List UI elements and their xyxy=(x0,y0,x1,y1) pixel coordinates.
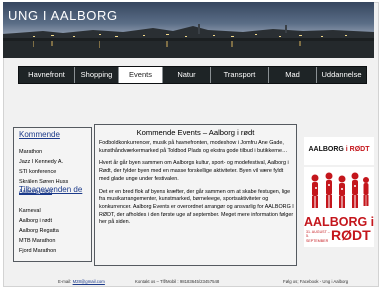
site-title: UNG I AALBORG xyxy=(8,8,118,23)
poster-rodt: RØDT xyxy=(331,227,371,243)
nav-events[interactable]: Events xyxy=(119,67,163,83)
upcoming-item[interactable]: Marathon xyxy=(19,149,42,155)
footer-email-label: E-mail: xyxy=(58,279,72,284)
footer: E-mail: M28@gmail.com Kontakt os – Tlf/M… xyxy=(0,275,381,287)
content-paragraph: Hvert år går byen sammen om Aalborgs kul… xyxy=(99,160,289,182)
content-body: Fodboldkonkurrencer, musik på havnefront… xyxy=(99,140,294,227)
recurring-item[interactable]: Karneval xyxy=(19,208,41,214)
recurring-heading[interactable]: Tilbagevenden de xyxy=(19,186,89,194)
content-paragraph: Fodboldkonkurrencer, musik på havnefront… xyxy=(99,140,288,154)
footer-email: E-mail: M28@gmail.com xyxy=(58,279,105,284)
nav-uddannelse[interactable]: Uddannelse xyxy=(317,67,366,83)
header-banner: UNG I AALBORG xyxy=(3,2,374,58)
recurring-item[interactable]: MTB Marathon xyxy=(19,238,55,244)
recurring-item[interactable]: Fjord Marathon xyxy=(19,248,56,254)
harbor-skyline-image xyxy=(3,24,374,58)
poster-date: 31. AUGUST – 5. SEPTEMBER xyxy=(306,230,330,243)
banner-logo-text: AALBORG i RØDT xyxy=(304,146,374,153)
festival-figures-illustration xyxy=(311,172,369,208)
upcoming-heading[interactable]: Kommende xyxy=(19,130,60,139)
nav-transport[interactable]: Transport xyxy=(211,67,269,83)
recurring-item[interactable]: Aalborg i rødt xyxy=(19,218,52,224)
content-paragraph: Det er en bred flok af byens kræfter, de… xyxy=(99,188,294,226)
footer-social[interactable]: Følg os; Facebook - Ung i Aalborg xyxy=(283,279,348,284)
main-nav: Havnefront Shopping Events Natur Transpo… xyxy=(18,66,367,84)
nav-shopping[interactable]: Shopping xyxy=(75,67,119,83)
banner-text-aalborg: AALBORG xyxy=(308,146,344,153)
footer-contact: Kontakt os – Tlf/Mobil : 98183645/234575… xyxy=(135,279,220,284)
banner-text-rodt: i RØDT xyxy=(345,146,370,153)
nav-mad[interactable]: Mad xyxy=(269,67,317,83)
event-sidebar: Kommende Marathon Jazz I Kennedy A. STI … xyxy=(13,127,92,262)
content-title: Kommende Events – Aalborg i rødt xyxy=(136,128,255,137)
main-content: Kommende Events – Aalborg i rødt Fodbold… xyxy=(94,124,297,266)
nav-havnefront[interactable]: Havnefront xyxy=(19,67,75,83)
aalborg-i-rodt-banner[interactable]: AALBORG i RØDT xyxy=(304,137,374,165)
recurring-item[interactable]: Aalborg Regatta xyxy=(19,228,59,234)
footer-email-link[interactable]: M28@gmail.com xyxy=(73,279,105,284)
upcoming-item[interactable]: Jazz I Kennedy A. xyxy=(19,159,63,165)
nav-natur[interactable]: Natur xyxy=(163,67,211,83)
aalborg-i-rodt-poster[interactable]: AALBORG i 31. AUGUST – 5. SEPTEMBER RØDT xyxy=(304,167,374,247)
upcoming-item[interactable]: STI konference xyxy=(19,169,56,175)
